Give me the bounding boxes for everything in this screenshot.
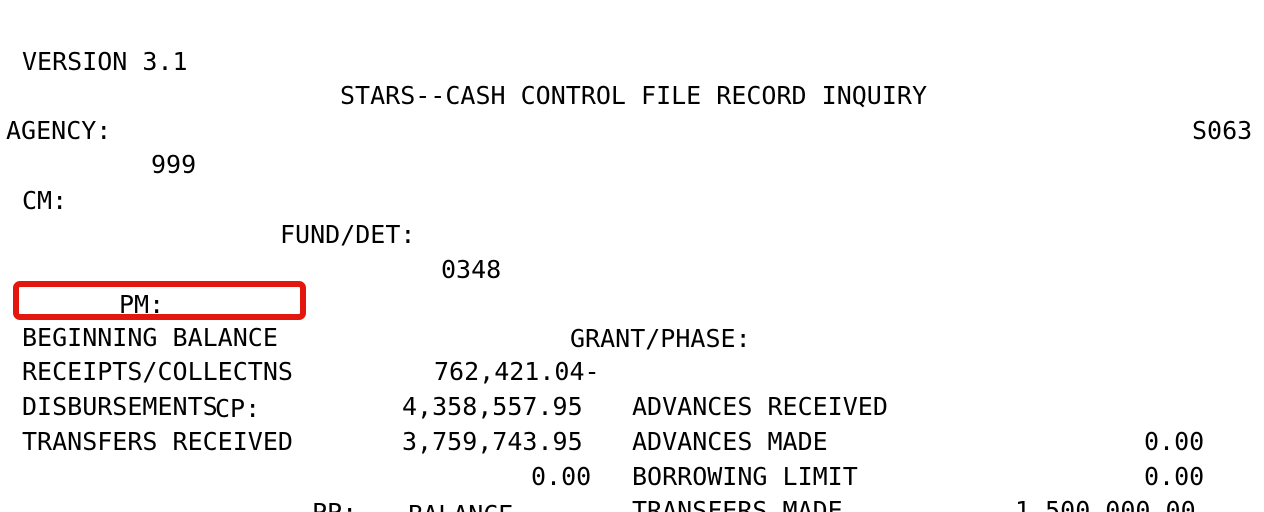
balance-row: BALANCE 971,932.65 <box>0 463 1264 512</box>
amount-row: TRANSFERS RECEIVED 0.00 TRANSFERS MADE 3… <box>0 390 1264 512</box>
pp-label: PP: <box>312 496 357 512</box>
amount-row: RECEIPTS/COLLECTNS 4,358,557.95 ADVANCES… <box>0 321 1264 490</box>
amount-row: DISBURSEMENTS 3,759,743.95 BORROWING LIM… <box>0 355 1264 512</box>
key-fields-row: AGENCY: 999 FUND/DET: 0348 GRANT/PHASE: <box>0 79 1264 353</box>
amount-row: BEGINNING BALANCE 762,421.04- ADVANCES R… <box>0 286 1264 456</box>
amount-label-transfers-received: TRANSFERS RECEIVED <box>22 426 293 456</box>
agency-label: AGENCY: <box>6 115 112 145</box>
balance-label: BALANCE <box>408 498 513 512</box>
fund-det-input[interactable]: 0348 <box>441 253 501 288</box>
amount-value-disbursements: 3,759,743.95 <box>402 426 583 456</box>
amount-value-advances-received: 0.00 <box>1144 426 1205 456</box>
header-row: VERSION 3.1 STARS--CASH CONTROL FILE REC… <box>0 10 1264 145</box>
amount-label-advances-made: ADVANCES MADE <box>632 426 828 456</box>
terminal-screen: VERSION 3.1 STARS--CASH CONTROL FILE REC… <box>0 0 1264 512</box>
period-flags-row: CM: PM: CP: PP: PY: X CUM: X ACTV: <box>0 149 1264 512</box>
fund-det-label: FUND/DET: <box>280 219 416 249</box>
screen-id: S063 <box>1192 116 1253 146</box>
cm-label: CM: <box>22 185 68 215</box>
version-label: VERSION 3.1 <box>22 46 188 76</box>
